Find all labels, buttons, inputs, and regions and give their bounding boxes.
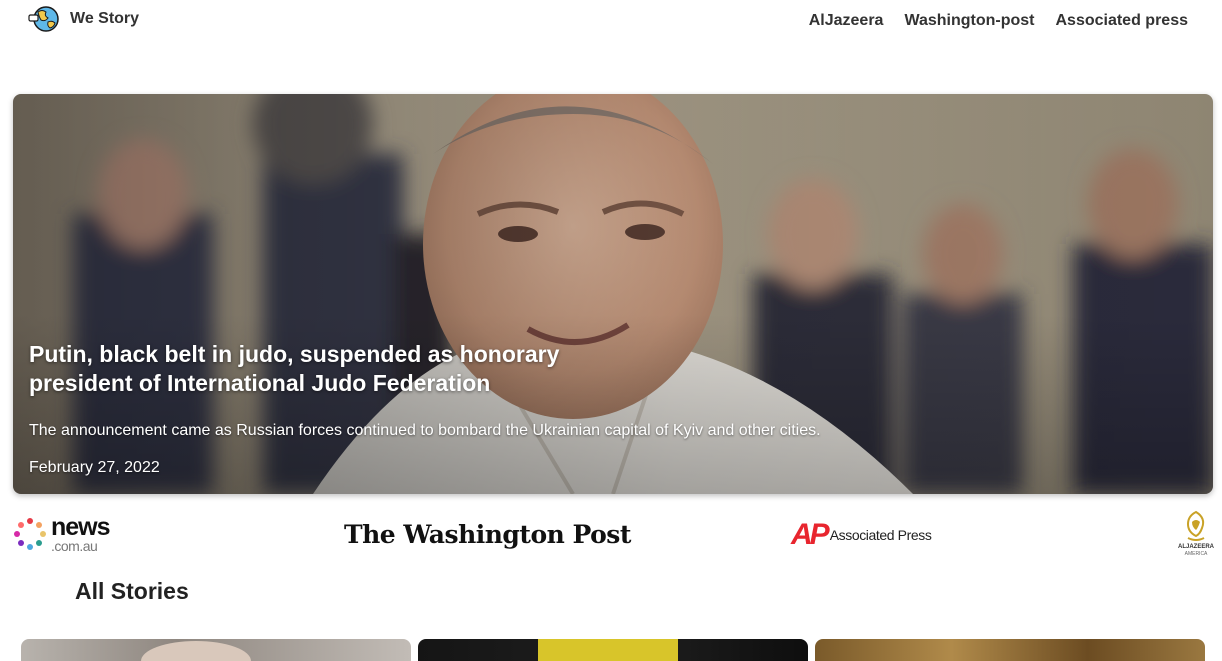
washington-post-wordmark: The Washington Post xyxy=(344,519,631,549)
globe-icon xyxy=(28,6,59,32)
featured-story-description: The announcement came as Russian forces … xyxy=(29,422,821,439)
source-aljazeera[interactable]: ALJAZEERA AMERICA xyxy=(1176,510,1216,562)
nav-link-washington-post[interactable]: Washington-post xyxy=(904,12,1034,30)
source-washington-post[interactable]: The Washington Post xyxy=(344,518,631,550)
featured-story-title[interactable]: Putin, black belt in judo, suspended as … xyxy=(29,340,649,398)
featured-story-date: February 27, 2022 xyxy=(29,459,160,476)
aljazeera-subtitle: AMERICA xyxy=(1184,551,1208,557)
story-card[interactable] xyxy=(21,639,411,661)
aljazeera-logo-icon xyxy=(1186,510,1205,541)
story-card-image xyxy=(538,639,678,661)
associated-press-wordmark: Associated Press xyxy=(829,527,932,543)
brand[interactable]: We Story xyxy=(28,4,139,34)
news-com-au-wordmark: news .com.au xyxy=(51,513,111,554)
news-com-au-logo-icon xyxy=(14,518,46,550)
story-card[interactable] xyxy=(815,639,1205,661)
news-sources-strip: news .com.au The Washington Post AP Asso… xyxy=(0,506,1222,566)
brand-name: We Story xyxy=(70,10,140,27)
main-nav: AlJazeera Washington-post Associated pre… xyxy=(809,12,1188,30)
story-card-image xyxy=(141,641,251,661)
site-header: We Story AlJazeera Washington-post Assoc… xyxy=(0,0,1222,44)
all-stories-heading: All Stories xyxy=(75,578,189,604)
source-news-com-au[interactable]: news .com.au xyxy=(13,513,111,554)
nav-link-aljazeera[interactable]: AlJazeera xyxy=(809,12,884,30)
aljazeera-wordmark: ALJAZEERA xyxy=(1177,544,1214,550)
source-associated-press[interactable]: AP Associated Press xyxy=(791,518,932,551)
news-domain: .com.au xyxy=(51,538,98,554)
nav-link-associated-press[interactable]: Associated press xyxy=(1055,12,1188,30)
ap-logo-icon: AP xyxy=(791,518,830,551)
news-wordmark: news xyxy=(51,513,111,541)
featured-story[interactable]: Putin, black belt in judo, suspended as … xyxy=(13,94,1213,494)
story-card[interactable] xyxy=(418,639,808,661)
